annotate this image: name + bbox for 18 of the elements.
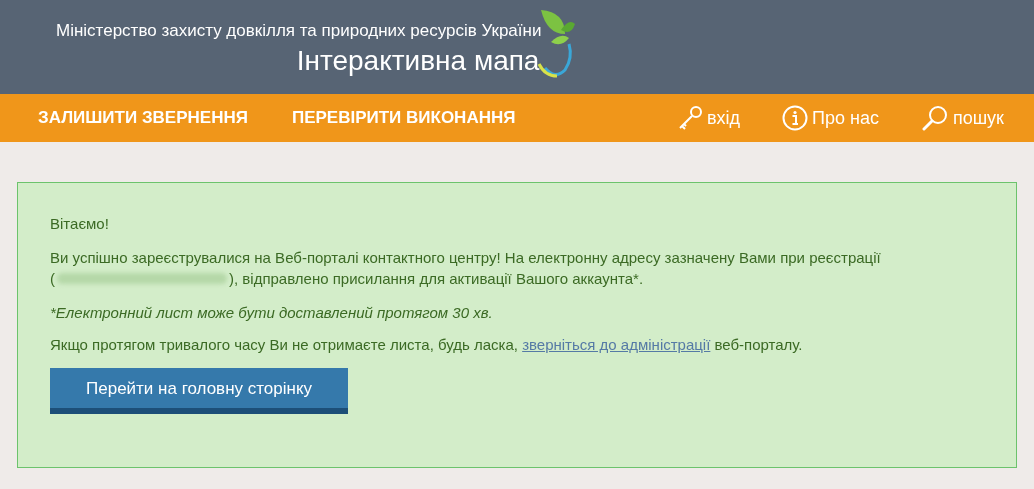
- site-title: Інтерактивна мапа: [296, 45, 540, 77]
- help-text: Якщо протягом тривалого часу Ви не отримаєте листа, будь ласка, зверніться до адміністрації веб-порталу.: [50, 336, 804, 353]
- note-text: *Електронний лист може бути доставлений протягом 30 хв.: [50, 304, 494, 321]
- message-text: (: [50, 269, 55, 289]
- message-text: ), відправлено присилання для активації Вашого аккаунта*.: [229, 269, 644, 289]
- redacted-email-icon: [57, 273, 227, 284]
- search-icon: [920, 105, 949, 131]
- admin-link[interactable]: зверніться до адміністрації: [522, 336, 711, 353]
- nav-link[interactable]: Про нас: [782, 105, 879, 131]
- nav-link[interactable]: ЗАЛИШИТИ ЗВЕРНЕННЯ: [38, 108, 248, 128]
- info-icon: [782, 105, 808, 131]
- nav-link[interactable]: ПЕРЕВІРИТИ ВИКОНАННЯ: [291, 108, 516, 128]
- greeting-text: Вітаємо!: [50, 215, 110, 232]
- message-text: Ви успішно зареєструвалися на Веб-порталі контактного центру! На електронну адресу зазначену Вами при реєстрації: [50, 249, 881, 266]
- nav-link[interactable]: пошук: [920, 105, 1004, 131]
- home-button[interactable]: Перейти на головну сторінку: [50, 368, 349, 414]
- ministry-name: Міністерство захисту довкілля та природних ресурсів України: [56, 21, 542, 41]
- nav-link[interactable]: вхід: [676, 105, 740, 131]
